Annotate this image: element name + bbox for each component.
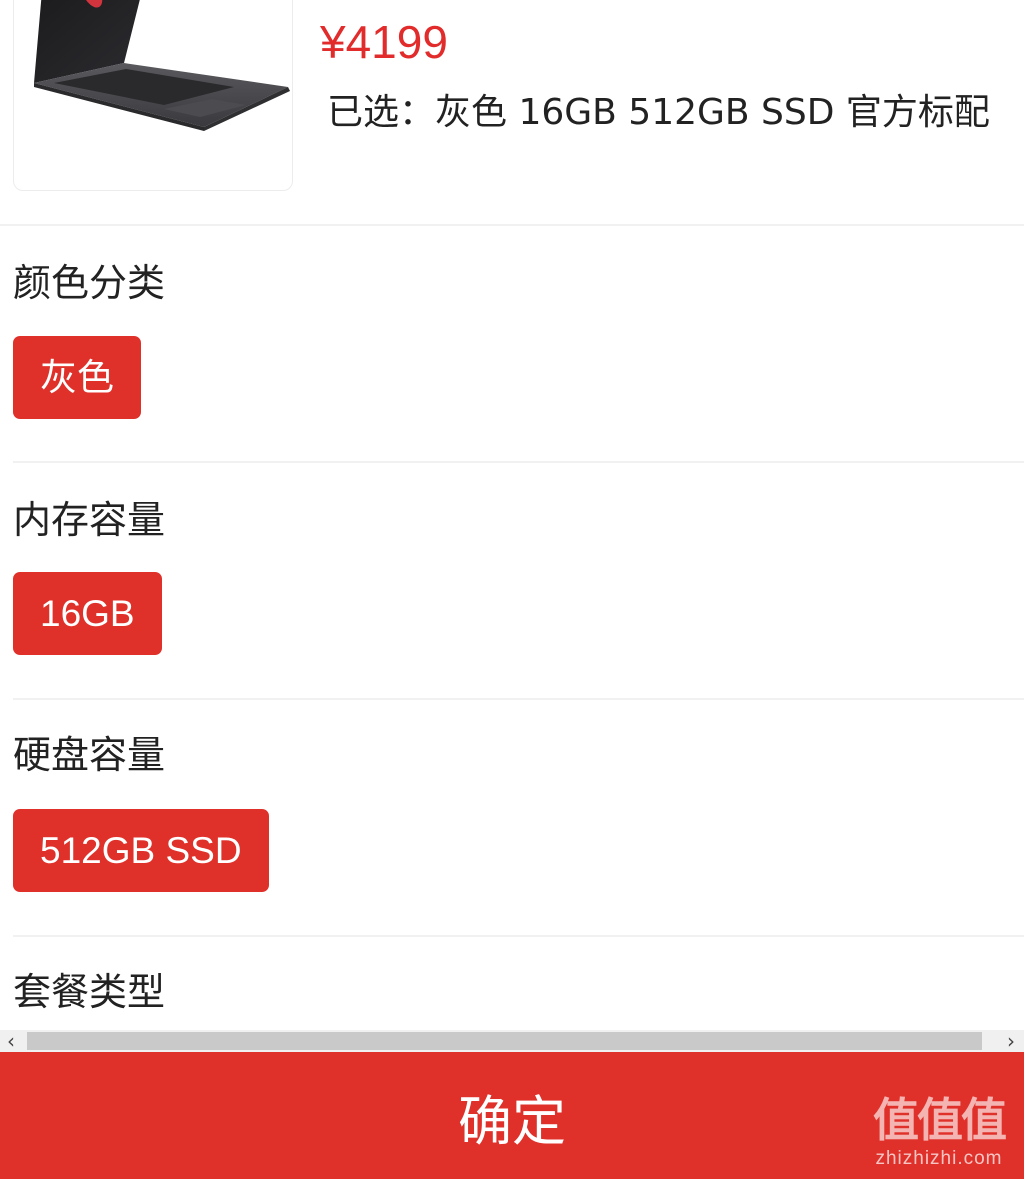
product-image xyxy=(13,0,293,191)
section-title-package: 套餐类型 xyxy=(13,970,166,1014)
section-title-storage: 硬盘容量 xyxy=(13,733,166,777)
product-price: ¥4199 xyxy=(320,16,448,68)
scrollbar-thumb[interactable] xyxy=(27,1032,982,1050)
option-memory-16gb[interactable]: 16GB xyxy=(13,572,162,655)
watermark-url: zhizhizhi.com xyxy=(875,1148,1003,1169)
laptop-image xyxy=(34,0,290,131)
sku-selection-panel: ¥4199 已选：灰色 16GB 512GB SSD 官方标配 颜色分类 灰色 … xyxy=(0,0,1024,1179)
selected-label: 已选： xyxy=(327,92,436,133)
section-memory: 内存容量 16GB xyxy=(13,463,1024,700)
section-title-color: 颜色分类 xyxy=(13,261,166,305)
scroll-left-arrow-icon[interactable]: ‹ xyxy=(0,1030,22,1052)
horizontal-scrollbar[interactable]: ‹ › xyxy=(0,1030,1024,1052)
selected-summary: 已选：灰色 16GB 512GB SSD 官方标配 xyxy=(327,86,990,140)
section-storage: 硬盘容量 512GB SSD xyxy=(13,700,1024,937)
section-package: 套餐类型 xyxy=(13,937,1024,1030)
section-color: 颜色分类 灰色 xyxy=(13,228,1024,463)
option-color-gray[interactable]: 灰色 xyxy=(13,336,141,419)
watermark: 值值值 zhizhizhi.com xyxy=(864,1092,1014,1170)
watermark-logo: 值值值 xyxy=(873,1093,1007,1147)
section-title-memory: 内存容量 xyxy=(13,498,166,542)
selected-value: 灰色 16GB 512GB SSD 官方标配 xyxy=(435,92,990,133)
option-storage-512gb-ssd[interactable]: 512GB SSD xyxy=(13,809,269,892)
product-header: ¥4199 已选：灰色 16GB 512GB SSD 官方标配 xyxy=(0,0,1024,226)
scroll-right-arrow-icon[interactable]: › xyxy=(1000,1030,1022,1052)
